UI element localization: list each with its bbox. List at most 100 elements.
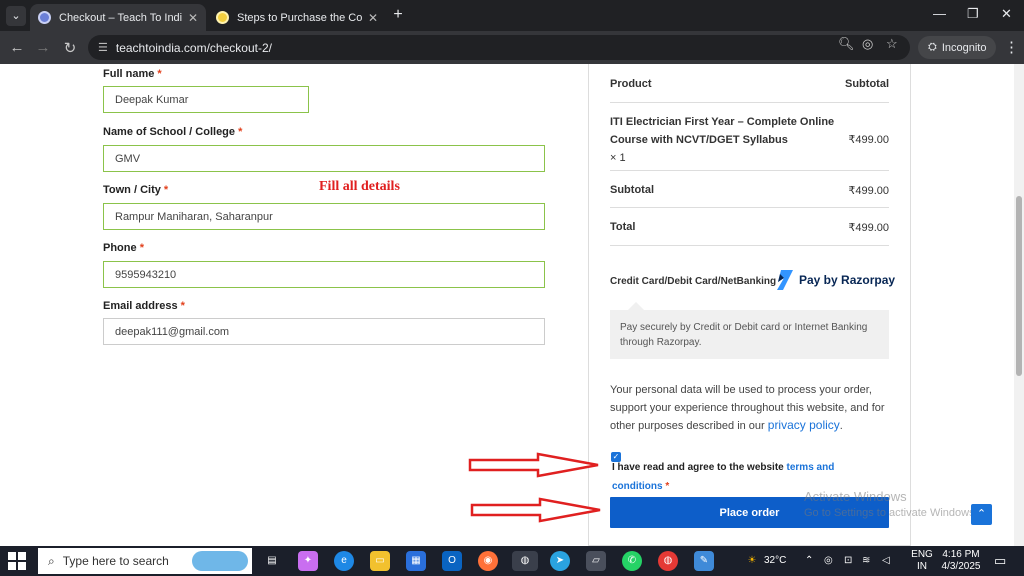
- file-explorer-icon[interactable]: ▭: [370, 551, 390, 571]
- chrome-icon[interactable]: ◍: [658, 551, 678, 571]
- annotation-arrow-place-order: [470, 497, 601, 523]
- reload-icon[interactable]: ↻: [61, 39, 79, 57]
- divider: [610, 207, 889, 208]
- product-column-header: Product: [610, 78, 652, 90]
- order-item-row: ITI Electrician First Year – Complete On…: [610, 113, 889, 167]
- minimize-button[interactable]: —: [933, 6, 946, 21]
- required-mark: *: [665, 481, 670, 492]
- back-icon[interactable]: ←: [8, 39, 26, 56]
- edge-icon[interactable]: e: [334, 551, 354, 571]
- total-value: ₹499.00: [848, 222, 889, 234]
- tab-steps[interactable]: Steps to Purchase the Course - ✕: [208, 4, 386, 31]
- subtotal-label: Subtotal: [610, 184, 654, 196]
- bookmark-star-icon[interactable]: ☆: [886, 36, 898, 52]
- tab-search-button[interactable]: ⌄: [6, 6, 26, 26]
- subtotal-row: Subtotal ₹499.00: [610, 184, 889, 197]
- tab-title: Checkout – Teach To India: [59, 11, 182, 24]
- restore-button[interactable]: ❐: [967, 6, 979, 22]
- paint-icon[interactable]: ✎: [694, 551, 714, 571]
- site-info-icon[interactable]: ☰: [98, 41, 108, 54]
- tab-checkout[interactable]: Checkout – Teach To India ✕: [30, 4, 206, 31]
- store-icon[interactable]: ▦: [406, 551, 426, 571]
- razorpay-logo: Pay by Razorpay: [775, 270, 895, 290]
- incognito-icon: ⛭: [928, 41, 937, 53]
- address-bar[interactable]: ☰ teachtoindia.com/checkout-2/: [88, 35, 910, 60]
- close-tab-icon[interactable]: ✕: [368, 11, 378, 25]
- phone-label: Phone *: [103, 242, 144, 254]
- close-window-button[interactable]: ✕: [1001, 6, 1012, 22]
- outlook-icon[interactable]: O: [442, 551, 462, 571]
- checkout-page: Full name * Deepak Kumar Name of School …: [0, 64, 1024, 546]
- windows-start-icon[interactable]: [8, 552, 26, 570]
- incognito-label: Incognito: [941, 41, 987, 54]
- item-name: Course with NCVT/DGET Syllabus: [610, 134, 788, 146]
- payment-description: Pay securely by Credit or Debit card or …: [620, 322, 868, 348]
- clock-time: 4:16 PM: [942, 549, 980, 560]
- divider: [610, 245, 889, 246]
- email-input[interactable]: deepak111@gmail.com: [103, 318, 545, 345]
- incognito-badge[interactable]: ⛭ Incognito: [918, 36, 997, 59]
- total-row: Total ₹499.00: [610, 221, 889, 234]
- phone-input[interactable]: 9595943210: [103, 261, 545, 288]
- page-scrollbar[interactable]: [1014, 64, 1024, 546]
- weather-icon[interactable]: ☀: [742, 551, 762, 571]
- activate-windows-subtitle: Go to Settings to activate Windows.: [804, 507, 978, 519]
- telegram-icon[interactable]: ➤: [550, 551, 570, 571]
- copilot-icon[interactable]: ✦: [298, 551, 318, 571]
- annotation-arrow-terms: [468, 452, 599, 478]
- zoom-icon[interactable]: 🔍︎: [838, 36, 855, 52]
- speaker-icon[interactable]: ◁: [882, 555, 890, 566]
- item-price: ₹499.00: [848, 134, 889, 146]
- forward-icon[interactable]: →: [34, 39, 52, 56]
- language-code: ENG: [911, 549, 933, 560]
- search-icon: ⌕: [48, 553, 55, 568]
- razorpay-icon: [777, 270, 793, 290]
- privacy-notice: Your personal data will be used to proce…: [610, 382, 895, 436]
- taskbar-search-box[interactable]: ⌕ Type here to search: [38, 548, 252, 574]
- close-tab-icon[interactable]: ✕: [188, 11, 198, 25]
- item-name: ITI Electrician First Year – Complete On…: [610, 116, 835, 128]
- city-input[interactable]: Rampur Maniharan, Saharanpur: [103, 203, 545, 230]
- scrollbar-thumb[interactable]: [1016, 196, 1022, 376]
- task-view-icon[interactable]: ▤: [262, 551, 282, 571]
- search-highlight-icon: [192, 551, 248, 571]
- cortana-icon[interactable]: ◎: [824, 555, 833, 566]
- order-table-header: Product Subtotal: [610, 78, 889, 90]
- city-label: Town / City *: [103, 184, 169, 196]
- temperature[interactable]: 32°C: [764, 555, 786, 566]
- activate-windows-title: Activate Windows: [804, 489, 907, 504]
- whatsapp-icon[interactable]: ✆: [622, 551, 642, 571]
- firefox-icon[interactable]: ◉: [478, 551, 498, 571]
- privacy-text: Your personal data will be used to proce…: [610, 384, 885, 432]
- search-placeholder: Type here to search: [62, 554, 169, 568]
- privacy-policy-link[interactable]: privacy policy: [768, 418, 840, 432]
- site-favicon-icon: [38, 11, 51, 24]
- school-input[interactable]: GMV: [103, 145, 545, 172]
- browser-toolbar: ← → ↻ ☰ teachtoindia.com/checkout-2/ 🔍︎ …: [0, 31, 1024, 64]
- new-tab-button[interactable]: +: [390, 6, 406, 24]
- language-indicator[interactable]: ENG IN: [905, 549, 939, 573]
- privacy-end: .: [839, 420, 843, 432]
- clock-date: 4/3/2025: [941, 561, 981, 572]
- notifications-icon[interactable]: ▭: [994, 553, 1006, 569]
- email-label: Email address *: [103, 300, 185, 312]
- eye-off-icon[interactable]: ◎: [862, 36, 873, 52]
- wifi-icon[interactable]: ≋: [862, 555, 870, 566]
- full-name-input[interactable]: Deepak Kumar: [103, 86, 309, 113]
- full-name-label: Full name *: [103, 68, 162, 80]
- mail-icon[interactable]: ▱: [586, 551, 606, 571]
- network-icon[interactable]: ⊡: [844, 555, 852, 566]
- clock[interactable]: 4:16 PM 4/3/2025: [938, 549, 984, 573]
- browser-tab-strip: ⌄ Checkout – Teach To India ✕ Steps to P…: [0, 0, 1024, 31]
- school-label: Name of School / College *: [103, 126, 243, 138]
- terms-text: I have read and agree to the website: [612, 462, 787, 473]
- browser-menu-icon[interactable]: ⋮: [1004, 38, 1019, 56]
- razorpay-brand-text: Pay by Razorpay: [799, 273, 896, 287]
- region-code: IN: [917, 561, 927, 572]
- scroll-to-top-button[interactable]: ⌃: [971, 504, 992, 525]
- total-label: Total: [610, 221, 636, 233]
- url-text: teachtoindia.com/checkout-2/: [115, 40, 272, 55]
- site-favicon-icon: [216, 11, 229, 24]
- show-hidden-icons[interactable]: ⌃: [805, 555, 813, 566]
- chrome-active-icon[interactable]: ◍: [512, 551, 538, 571]
